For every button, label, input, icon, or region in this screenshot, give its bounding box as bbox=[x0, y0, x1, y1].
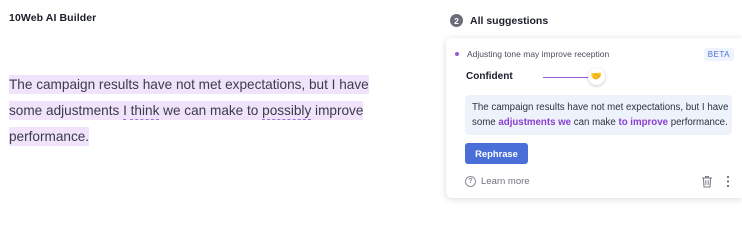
editor-paragraph[interactable]: The campaign results have not met expect… bbox=[9, 72, 369, 150]
tone-label: Confident bbox=[466, 71, 513, 82]
suggestions-header: 2 All suggestions bbox=[450, 14, 548, 27]
suggestion-text: The campaign results have not met expect… bbox=[472, 101, 730, 130]
learn-more-link[interactable]: ? Learn more bbox=[465, 176, 530, 187]
tone-slider-track[interactable] bbox=[543, 77, 591, 79]
flagged-word[interactable]: possibly bbox=[262, 103, 311, 118]
suggestion-text-segment: performance. bbox=[668, 116, 728, 128]
step-badge: 2 bbox=[450, 14, 463, 27]
suggestion-card[interactable]: Adjusting tone may improve reception BET… bbox=[446, 38, 742, 198]
highlighted-sentence[interactable]: The campaign results have not met expect… bbox=[9, 75, 369, 146]
panel-title: All suggestions bbox=[470, 14, 549, 27]
handshake-icon[interactable]: 🤝 bbox=[588, 68, 605, 85]
card-subtitle: Adjusting tone may improve reception bbox=[467, 49, 610, 59]
flagged-word[interactable]: think bbox=[131, 103, 160, 118]
suggestion-text-segment: can make bbox=[571, 116, 619, 128]
learn-more-label: Learn more bbox=[481, 176, 530, 187]
purple-dot-icon bbox=[455, 52, 459, 56]
help-circle-icon: ? bbox=[465, 176, 476, 187]
trash-icon[interactable] bbox=[701, 175, 713, 188]
tone-slider[interactable]: Confident 🤝 bbox=[466, 68, 616, 86]
app-title: 10Web AI Builder bbox=[9, 12, 97, 24]
editor-text-segment: we can make to bbox=[159, 103, 263, 118]
card-header: Adjusting tone may improve reception bbox=[455, 49, 609, 59]
inserted-text: to improve bbox=[618, 116, 668, 128]
rephrase-button[interactable]: Rephrase bbox=[465, 143, 528, 164]
beta-badge: BETA bbox=[703, 48, 734, 61]
more-vertical-icon[interactable] bbox=[726, 175, 730, 188]
suggestion-preview: The campaign results have not met expect… bbox=[465, 95, 732, 135]
inserted-text: adjustments we bbox=[498, 116, 572, 128]
